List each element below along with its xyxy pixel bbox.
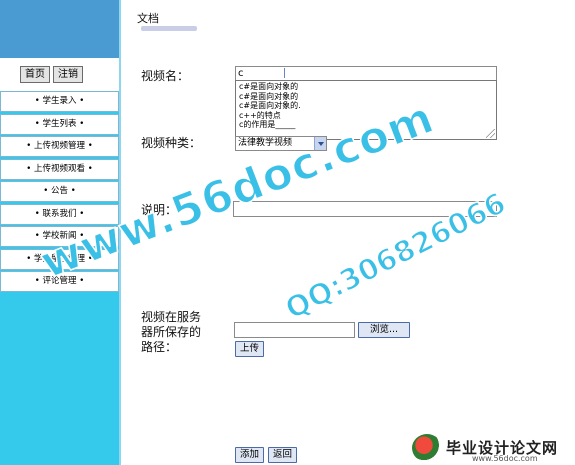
video-name-label: 视频名： — [141, 69, 190, 83]
logout-button[interactable]: 注销 — [53, 66, 83, 83]
browse-button[interactable]: 浏览... — [358, 322, 410, 338]
upload-button[interactable]: 上传 — [235, 341, 264, 357]
resize-grip-icon[interactable] — [486, 129, 495, 138]
server-path-label: 视频在服务器所保存的路径： — [141, 310, 202, 354]
brand-logo-icon — [412, 434, 442, 462]
back-button[interactable]: 返回 — [268, 447, 297, 463]
video-name-input[interactable]: c — [235, 66, 497, 81]
add-button[interactable]: 添加 — [235, 447, 264, 463]
sidebar-item-video-manage[interactable]: • 上传视频管理 • — [0, 136, 119, 157]
sidebar-item-student-entry[interactable]: • 学生录入 • — [0, 91, 119, 112]
sidebar-item-student-list[interactable]: • 学生列表 • — [0, 113, 119, 135]
home-button[interactable]: 首页 — [20, 66, 50, 83]
brand-url: www.56doc.com — [472, 454, 538, 463]
sidebar-item-video-watch[interactable]: • 上传视频观看 • — [0, 158, 119, 180]
sidebar-item-announcement[interactable]: • 公告 • — [0, 181, 119, 202]
autocomplete-item[interactable]: c#是面向对象的. — [239, 101, 493, 111]
page-title: 文档 — [137, 12, 159, 25]
autocomplete-item[interactable]: c#是面向对象的 — [239, 82, 493, 92]
mouse-cursor-icon — [284, 68, 285, 78]
video-type-label: 视频种类： — [141, 136, 202, 150]
autocomplete-item[interactable]: c#是面向对象的 — [239, 92, 493, 102]
page-subtitle-bar — [141, 26, 197, 31]
sidebar-banner — [0, 0, 119, 58]
